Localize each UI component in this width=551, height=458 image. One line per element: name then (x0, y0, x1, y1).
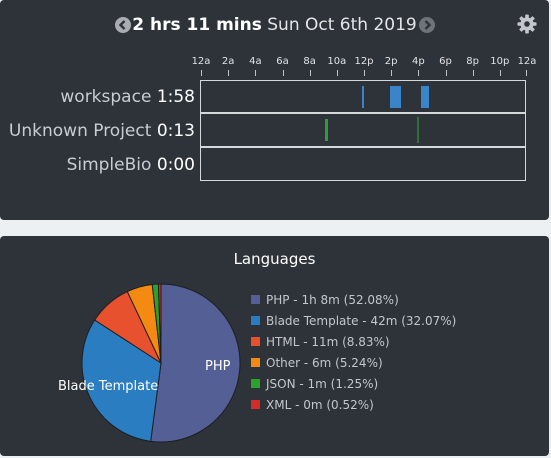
project-row: Unknown Project 0:13 (0, 113, 549, 148)
legend-swatch (251, 400, 260, 409)
project-row: SimpleBio 0:00 (0, 147, 549, 182)
hour-label: 6a (276, 56, 289, 67)
gear-icon[interactable] (517, 14, 537, 34)
project-time: 0:13 (156, 121, 195, 141)
activity-segment[interactable] (417, 117, 419, 143)
legend-swatch (251, 379, 260, 388)
legend-item[interactable]: JSON - 1m (1.25%) (251, 377, 456, 398)
activity-segment[interactable] (325, 119, 328, 141)
project-time: 1:58 (156, 87, 195, 107)
legend-label: PHP - 1h 8m (52.08%) (266, 293, 399, 307)
legend-label: HTML - 11m (8.83%) (266, 335, 390, 349)
hour-tick (526, 70, 527, 76)
hour-label: 2a (221, 56, 235, 67)
project-name: Unknown Project (8, 121, 152, 141)
hour-tick (418, 70, 420, 76)
hour-tick (282, 70, 284, 76)
legend-swatch (251, 337, 260, 346)
hour-label: 6p (439, 56, 452, 67)
project-timeline-track[interactable] (200, 147, 526, 181)
project-row: workspace 1:58 (0, 80, 549, 114)
legend-swatch (251, 316, 260, 325)
legend-label: Other - 6m (5.24%) (266, 356, 383, 370)
hour-tick (336, 70, 338, 76)
hour-tick (309, 70, 311, 76)
hour-label: 10a (327, 56, 347, 67)
legend-label: Blade Template - 42m (32.07%) (266, 314, 457, 328)
legend-label: JSON - 1m (1.25%) (266, 377, 379, 391)
next-day-button[interactable] (419, 17, 435, 33)
legend-item[interactable]: HTML - 11m (8.83%) (251, 335, 456, 356)
hour-tick (255, 70, 257, 76)
languages-title: Languages (233, 250, 316, 268)
pie-label-blade-template: Blade Template (58, 379, 159, 394)
legend-swatch (251, 358, 260, 367)
hour-label: 12a (517, 56, 537, 67)
project-name: workspace (60, 87, 152, 107)
legend-item[interactable]: PHP - 1h 8m (52.08%) (251, 293, 456, 314)
current-date: Sun Oct 6th 2019 (267, 15, 417, 35)
project-label[interactable]: workspace 1:58 (60, 80, 195, 114)
project-label[interactable]: Unknown Project 0:13 (9, 114, 195, 148)
activity-segment[interactable] (421, 86, 430, 108)
legend-item[interactable]: Other - 6m (5.24%) (251, 356, 456, 377)
hour-label: 12a (191, 56, 211, 67)
hour-axis-ticks (201, 70, 527, 76)
legend-label: XML - 0m (0.52%) (266, 398, 374, 412)
hour-tick (499, 70, 501, 76)
hour-tick (445, 70, 447, 76)
total-duration: 2 hrs 11 mins (132, 15, 262, 35)
activity-segment[interactable] (390, 86, 401, 108)
project-name: SimpleBio (66, 155, 152, 175)
legend-swatch (251, 295, 260, 304)
hour-label: 10p (490, 56, 510, 67)
hour-label: 12p (354, 56, 374, 67)
hour-label: 4p (411, 56, 425, 67)
hour-label: 8a (303, 56, 316, 67)
date-header: 2 hrs 11 mins Sun Oct 6th 2019 (0, 12, 549, 38)
hour-tick (228, 70, 230, 76)
hour-tick (472, 70, 474, 76)
hour-label: 8p (466, 56, 480, 67)
legend-item[interactable]: XML - 0m (0.52%) (251, 398, 456, 419)
project-timeline-track[interactable] (200, 113, 526, 147)
chevron-right-icon (424, 20, 432, 30)
legend-item[interactable]: Blade Template - 42m (32.07%) (251, 314, 456, 335)
hour-tick (391, 70, 393, 76)
project-time: 0:00 (156, 155, 195, 175)
languages-panel: Languages PHP Blade Template PHP - 1h 8m… (0, 236, 549, 456)
hour-tick (201, 70, 202, 76)
project-label[interactable]: SimpleBio 0:00 (67, 148, 195, 182)
project-timeline-track[interactable] (200, 80, 526, 113)
timeline-panel: 2 hrs 11 mins Sun Oct 6th 2019 12a 2a 4a 6a… (0, 0, 549, 220)
pie-label-php: PHP (205, 359, 231, 374)
hour-label: 2p (384, 56, 398, 67)
hour-label: 4a (249, 56, 262, 67)
hour-tick (364, 70, 365, 76)
languages-legend: PHP - 1h 8m (52.08%) Blade Template - 42m… (251, 293, 456, 419)
hour-axis-labels: 12a 2a 4a 6a 8a 10a 12p 2p 4p 6p 8p 10p 12a (192, 56, 537, 70)
activity-segment[interactable] (361, 86, 365, 108)
